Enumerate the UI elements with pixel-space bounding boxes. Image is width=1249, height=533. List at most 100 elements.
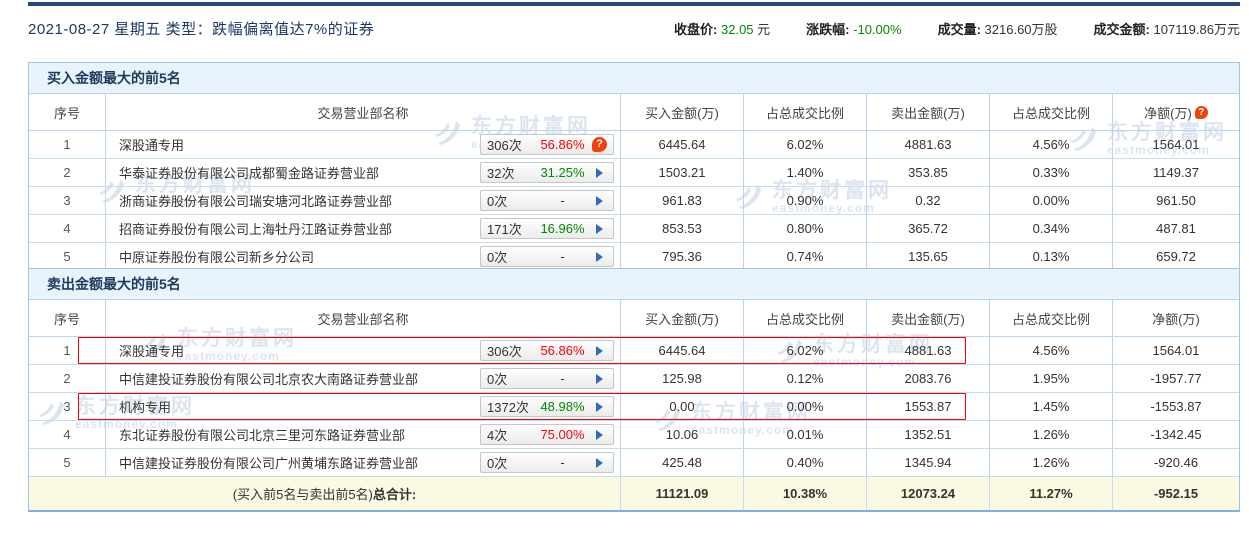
branch-name[interactable]: 中原证券股份有限公司新乡分公司: [119, 247, 480, 266]
badge-trailing: [592, 196, 607, 206]
sell-ratio: 1.95%: [990, 365, 1113, 392]
col-header-buy-amount: 买入金额(万): [621, 300, 744, 336]
help-icon[interactable]: ?: [592, 137, 607, 152]
expand-arrow-icon[interactable]: [596, 168, 603, 178]
branch-stats-badge[interactable]: 1372次 48.98%: [480, 396, 614, 417]
sell-amount: 365.72: [867, 215, 990, 242]
total-buy-ratio: 10.38%: [744, 477, 867, 510]
stat-suffix: 元: [754, 22, 771, 37]
sell-ratio: 0.00%: [990, 187, 1113, 214]
badge-trailing: [592, 458, 607, 468]
stat-label: 收盘价:: [674, 22, 717, 37]
row-index: 5: [29, 243, 106, 270]
branch-stats-badge[interactable]: 32次 31.25%: [480, 162, 614, 183]
branch-name[interactable]: 浙商证券股份有限公司瑞安塘河北路证券营业部: [119, 191, 480, 210]
badge-trailing: [592, 224, 607, 234]
col-header-sell-amount: 卖出金额(万): [867, 300, 990, 336]
table-row: 1 深股通专用 306次 56.86% ? 6445.64 6.02% 4881…: [29, 131, 1239, 159]
branch-name[interactable]: 深股通专用: [119, 135, 480, 154]
branch-name[interactable]: 中信建投证券股份有限公司北京农大南路证券营业部: [119, 369, 480, 388]
buy-ratio: 0.90%: [744, 187, 867, 214]
col-header-sell-amount: 卖出金额(万): [867, 94, 990, 130]
branch-name[interactable]: 华泰证券股份有限公司成都蜀金路证券营业部: [119, 163, 480, 182]
stat-turnover: 成交金额: 107119.86万元: [1094, 19, 1240, 38]
stat-label: 成交量:: [938, 22, 981, 37]
expand-arrow-icon[interactable]: [596, 402, 603, 412]
badge-count: 32次: [487, 163, 533, 182]
net-amount: 487.81: [1113, 215, 1239, 242]
expand-arrow-icon[interactable]: [596, 430, 603, 440]
net-amount: -1957.77: [1113, 365, 1239, 392]
badge-trailing: [592, 402, 607, 412]
buy-top5-table: 买入金额最大的前5名 序号 交易营业部名称 买入金额(万) 占总成交比例 卖出金…: [28, 62, 1240, 272]
table-row: 5 中信建投证券股份有限公司广州黄埔东路证券营业部 0次 - 425.48 0.…: [29, 449, 1239, 476]
badge-trailing: [592, 252, 607, 262]
expand-arrow-icon[interactable]: [596, 458, 603, 468]
help-icon[interactable]: ?: [1195, 106, 1208, 119]
buy-ratio: 0.00%: [744, 393, 867, 420]
buy-ratio: 0.12%: [744, 365, 867, 392]
stat-value: -10.00%: [853, 22, 901, 37]
top-divider-bar: [28, 2, 1240, 6]
buy-ratio: 6.02%: [744, 337, 867, 364]
branch-stats-badge[interactable]: 306次 56.86% ?: [480, 134, 614, 155]
badge-trailing: [592, 430, 607, 440]
branch-name[interactable]: 招商证券股份有限公司上海牡丹江路证券营业部: [119, 219, 480, 238]
expand-arrow-icon[interactable]: [596, 224, 603, 234]
expand-arrow-icon[interactable]: [596, 196, 603, 206]
badge-percent: -: [536, 371, 589, 386]
branch-stats-badge[interactable]: 0次 -: [480, 452, 614, 473]
branch-name-cell: 深股通专用 306次 56.86% ?: [106, 131, 621, 158]
branch-name[interactable]: 中信建投证券股份有限公司广州黄埔东路证券营业部: [119, 453, 480, 472]
badge-percent: 16.96%: [536, 221, 589, 236]
badge-count: 0次: [487, 453, 533, 472]
sell-ratio: 0.13%: [990, 243, 1113, 270]
branch-name[interactable]: 深股通专用: [119, 341, 480, 360]
table-row: 3 机构专用 1372次 48.98% 0.00 0.00% 1553.87 1…: [29, 393, 1239, 421]
col-header-net: 净额(万): [1113, 300, 1239, 336]
sell-ratio: 1.45%: [990, 393, 1113, 420]
branch-stats-badge[interactable]: 0次 -: [480, 368, 614, 389]
buy-amount: 6445.64: [621, 337, 744, 364]
buy-amount: 10.06: [621, 421, 744, 448]
sell-table-title: 卖出金额最大的前5名: [29, 269, 1239, 299]
badge-percent: 56.86%: [536, 137, 589, 152]
branch-stats-badge[interactable]: 0次 -: [480, 190, 614, 211]
badge-percent: -: [536, 455, 589, 470]
buy-amount: 425.48: [621, 449, 744, 476]
branch-name-cell: 中信建投证券股份有限公司北京农大南路证券营业部 0次 -: [106, 365, 621, 392]
expand-arrow-icon[interactable]: [596, 374, 603, 384]
row-index: 2: [29, 365, 106, 392]
page-header: 2021-08-27 星期五 类型：跌幅偏离值达7%的证券 收盘价: 32.05…: [28, 18, 1240, 39]
stat-value: 107119.86万元: [1154, 22, 1241, 37]
branch-stats-badge[interactable]: 306次 56.86%: [480, 340, 614, 361]
buy-ratio: 0.80%: [744, 215, 867, 242]
expand-arrow-icon[interactable]: [596, 346, 603, 356]
branch-name[interactable]: 东北证券股份有限公司北京三里河东路证券营业部: [119, 425, 480, 444]
stat-value: 32.05: [721, 22, 754, 37]
col-header-net: 净额(万)?: [1113, 94, 1239, 130]
branch-stats-badge[interactable]: 171次 16.96%: [480, 218, 614, 239]
stat-change-pct: 涨跌幅: -10.00%: [806, 19, 901, 38]
sell-amount: 0.32: [867, 187, 990, 214]
total-net-amount: -952.15: [1113, 477, 1239, 510]
branch-name-cell: 深股通专用 306次 56.86%: [106, 337, 621, 364]
sell-amount: 135.65: [867, 243, 990, 270]
badge-percent: 56.86%: [536, 343, 589, 358]
net-amount: 961.50: [1113, 187, 1239, 214]
row-index: 5: [29, 449, 106, 476]
expand-arrow-icon[interactable]: [596, 252, 603, 262]
col-header-serial: 序号: [29, 94, 106, 130]
branch-stats-badge[interactable]: 0次 -: [480, 246, 614, 267]
buy-ratio: 1.40%: [744, 159, 867, 186]
net-amount: -1342.45: [1113, 421, 1239, 448]
stat-label: 成交金额:: [1094, 22, 1150, 37]
badge-count: 306次: [487, 341, 533, 360]
col-header-buy-ratio: 占总成交比例: [744, 94, 867, 130]
branch-stats-badge[interactable]: 4次 75.00%: [480, 424, 614, 445]
branch-name[interactable]: 机构专用: [119, 397, 480, 416]
stat-label: 涨跌幅:: [806, 22, 849, 37]
sell-ratio: 0.33%: [990, 159, 1113, 186]
sell-amount: 1553.87: [867, 393, 990, 420]
buy-table-title: 买入金额最大的前5名: [29, 63, 1239, 93]
